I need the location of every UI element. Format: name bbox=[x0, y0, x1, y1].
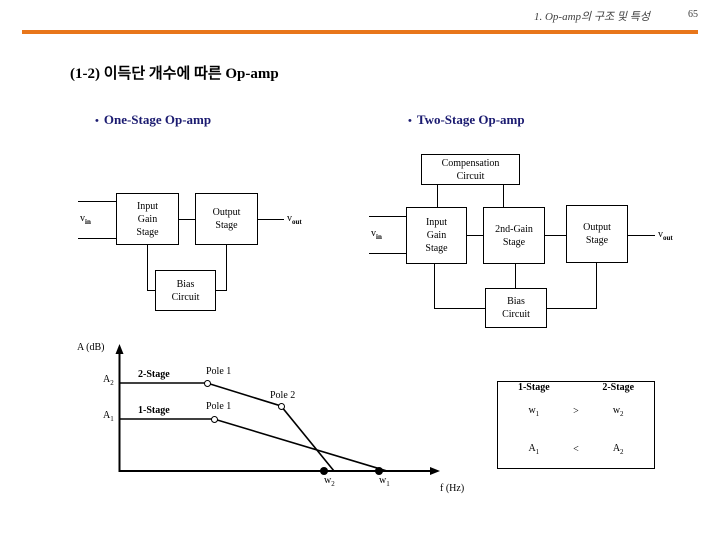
bode-y-axis-label: A (dB) bbox=[77, 342, 105, 353]
bode-pole1-marker-1stage bbox=[211, 416, 218, 423]
bode-x-tick-w1: w1 bbox=[379, 475, 390, 488]
bode-annotation-pole1-lower: Pole 1 bbox=[206, 401, 232, 412]
bode-annotation-pole1-upper: Pole 1 bbox=[206, 366, 232, 377]
bode-annotation-1-stage: 1-Stage bbox=[138, 405, 170, 416]
bode-w2-marker bbox=[320, 467, 328, 475]
bode-x-tick-w2: w2 bbox=[324, 475, 335, 488]
bode-annotation-pole2: Pole 2 bbox=[270, 390, 296, 401]
bode-x-axis-label: f (Hz) bbox=[440, 483, 465, 494]
bode-pole2-marker-2stage bbox=[278, 403, 285, 410]
slide-page: 1. Op-amp의 구조 및 특성 65 (1-2) 이득단 개수에 따른 O… bbox=[0, 0, 720, 540]
bode-pole1-marker-2stage bbox=[204, 380, 211, 387]
bode-y-tick-a2: A2 bbox=[103, 374, 114, 387]
bode-annotation-2-stage: 2-Stage bbox=[138, 369, 170, 380]
bode-plot-curves bbox=[115, 344, 440, 475]
bode-w1-marker bbox=[375, 467, 383, 475]
bode-y-tick-a1: A1 bbox=[103, 410, 114, 423]
